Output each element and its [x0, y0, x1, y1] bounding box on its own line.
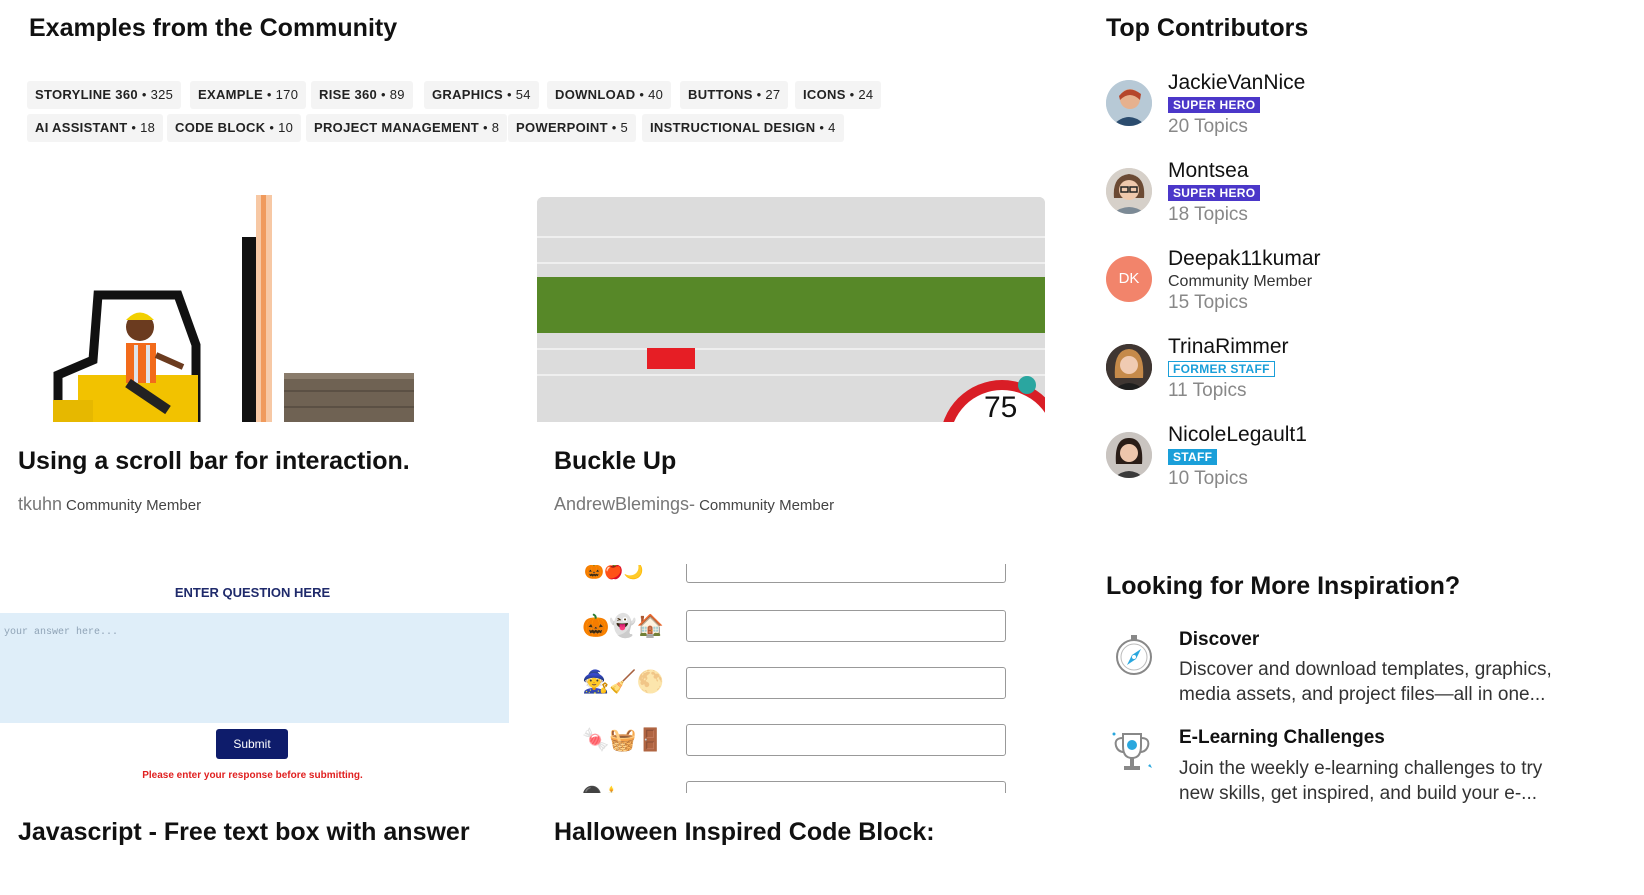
- inspiration-desc: Discover and download templates, graphic…: [1179, 659, 1552, 705]
- card-author-meta: tkuhn Community Member: [18, 494, 201, 515]
- contributor-topics: 18 Topics: [1168, 204, 1248, 225]
- card-thumbnail-buckle-up[interactable]: 75: [537, 197, 1045, 422]
- contributor-topics: 15 Topics: [1168, 292, 1248, 313]
- contributor-topics: 10 Topics: [1168, 468, 1248, 489]
- contributor-badge: SUPER HERO: [1168, 97, 1261, 113]
- question-heading: ENTER QUESTION HERE: [174, 585, 331, 600]
- compass-icon: [1113, 633, 1155, 682]
- inspiration-desc: Join the weekly e-learning challenges to…: [1179, 758, 1543, 804]
- tag-example[interactable]: EXAMPLE • 170: [190, 81, 307, 109]
- avatar-initials[interactable]: DK: [1106, 256, 1152, 302]
- contributor-name[interactable]: Deepak11kumar: [1168, 247, 1321, 271]
- tag-buttons[interactable]: BUTTONS • 27: [680, 81, 789, 109]
- inspiration-title-discover[interactable]: Discover: [1179, 629, 1259, 651]
- tag-graphics[interactable]: GRAPHICS • 54: [424, 81, 539, 109]
- card-author-role: Community Member: [66, 497, 202, 514]
- contributor-name[interactable]: Montsea: [1168, 159, 1249, 183]
- card-author[interactable]: AndrewBlemings-: [554, 494, 695, 514]
- contributor-badge: STAFF: [1168, 449, 1218, 465]
- card-title[interactable]: Using a scroll bar for interaction.: [18, 447, 410, 476]
- answer-field: [686, 724, 1006, 756]
- card-title[interactable]: Buckle Up: [554, 447, 676, 476]
- user-photo-icon: [1106, 80, 1152, 126]
- tag-instructional-design[interactable]: INSTRUCTIONAL DESIGN • 4: [642, 114, 844, 142]
- tag-ai-assistant[interactable]: AI ASSISTANT • 18: [27, 114, 164, 142]
- inspiration-section-title: Looking for More Inspiration?: [1106, 572, 1461, 600]
- answer-field: [686, 564, 1006, 583]
- contributor-name[interactable]: TrinaRimmer: [1168, 335, 1289, 359]
- trophy-icon: [1110, 728, 1156, 781]
- user-photo-icon: [1106, 344, 1152, 390]
- avatar[interactable]: [1106, 168, 1152, 214]
- contributor-badge: SUPER HERO: [1168, 185, 1261, 201]
- avatar[interactable]: [1106, 80, 1152, 126]
- answer-textarea: your answer here...: [0, 613, 509, 723]
- emoji-row-icon: 🎃🍎🌙: [584, 565, 644, 580]
- emoji-row-icon: 🍬🧺🚪: [582, 727, 665, 752]
- contributor-badge: FORMER STAFF: [1168, 361, 1275, 377]
- contributor-name[interactable]: JackieVanNice: [1168, 71, 1305, 95]
- tag-rise-360[interactable]: RISE 360 • 89: [311, 81, 413, 109]
- emoji-row-icon: ⚫🕯️: [582, 785, 622, 793]
- tag-icons[interactable]: ICONS • 24: [795, 81, 882, 109]
- road-illustration: [537, 197, 1045, 422]
- card-thumbnail-javascript[interactable]: ENTER QUESTION HERE your answer here... …: [0, 565, 509, 795]
- answer-field: [686, 610, 1006, 642]
- emoji-row-icon: 🎃👻🏠: [582, 613, 665, 638]
- avatar[interactable]: [1106, 344, 1152, 390]
- tag-download[interactable]: DOWNLOAD • 40: [547, 81, 672, 109]
- contributor-topics: 20 Topics: [1168, 116, 1248, 137]
- avatar[interactable]: [1106, 432, 1152, 478]
- card-author-role: Community Member: [699, 497, 835, 514]
- card-author-meta: AndrewBlemings- Community Member: [554, 494, 834, 515]
- card-thumbnail-scroll-bar[interactable]: [18, 195, 518, 422]
- answer-field: [686, 667, 1006, 699]
- inspiration-title-challenges[interactable]: E-Learning Challenges: [1179, 727, 1385, 749]
- answer-placeholder: your answer here...: [4, 627, 119, 638]
- user-photo-icon: [1106, 168, 1152, 214]
- card-author[interactable]: tkuhn: [18, 494, 62, 514]
- answer-field: [686, 781, 1006, 793]
- contributor-role: Community Member: [1168, 273, 1313, 290]
- card-title[interactable]: Javascript - Free text box with answer: [18, 818, 470, 847]
- user-photo-icon: [1106, 432, 1152, 478]
- tag-powerpoint[interactable]: POWERPOINT • 5: [508, 114, 637, 142]
- forklift-illustration: [53, 195, 414, 422]
- examples-section-title: Examples from the Community: [29, 14, 398, 42]
- contributors-section-title: Top Contributors: [1106, 14, 1309, 42]
- card-title[interactable]: Halloween Inspired Code Block:: [554, 818, 935, 847]
- speed-readout: 75: [984, 391, 1018, 422]
- contributor-name[interactable]: NicoleLegault1: [1168, 423, 1307, 447]
- tag-project-management[interactable]: PROJECT MANAGEMENT • 8: [306, 114, 508, 142]
- tag-storyline-360[interactable]: STORYLINE 360 • 325: [27, 81, 182, 109]
- submit-button: Submit: [216, 729, 288, 759]
- contributor-topics: 11 Topics: [1168, 380, 1247, 401]
- tag-code-block[interactable]: CODE BLOCK • 10: [167, 114, 302, 142]
- emoji-row-icon: 🧙🧹🌕: [582, 669, 665, 694]
- validation-warning: Please enter your response before submit…: [142, 770, 363, 781]
